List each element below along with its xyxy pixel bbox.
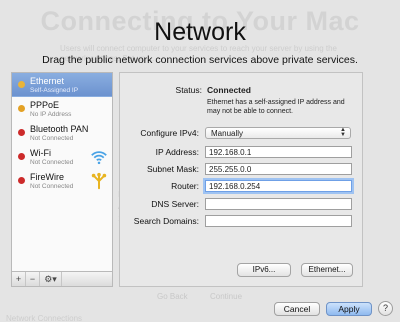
search-domains-label: Search Domains: xyxy=(133,216,199,226)
ethernet-button[interactable]: Ethernet... xyxy=(301,263,353,277)
apply-button[interactable]: Apply xyxy=(326,302,372,316)
service-name: PPPoE xyxy=(30,100,60,110)
service-state: Self-Assigned IP xyxy=(30,87,79,94)
service-state: Not Connected xyxy=(30,135,74,142)
service-list-toolbar: + − ⚙▾ xyxy=(12,271,112,286)
background-text: Network Connections xyxy=(6,314,83,322)
sheet-title: Network xyxy=(154,18,246,46)
dns-server-field[interactable] xyxy=(205,198,352,210)
configure-ipv4-label: Configure IPv4: xyxy=(140,128,199,138)
background-continue-button: Continue xyxy=(210,292,243,301)
ipv6-button[interactable]: IPv6... xyxy=(237,263,291,277)
help-icon[interactable]: ? xyxy=(378,301,393,316)
cancel-button[interactable]: Cancel xyxy=(274,302,320,316)
service-item-pppoe[interactable]: PPPoE No IP Address xyxy=(12,97,112,121)
service-item-wifi[interactable]: Wi-Fi Not Connected xyxy=(12,145,112,169)
ip-address-field[interactable]: 192.168.0.1 xyxy=(205,146,352,158)
gear-menu-icon[interactable]: ⚙▾ xyxy=(40,272,62,286)
subnet-mask-field[interactable]: 255.255.0.0 xyxy=(205,163,352,175)
status-value: Connected xyxy=(207,85,251,95)
service-name: Wi-Fi xyxy=(30,148,51,158)
service-item-firewire[interactable]: FireWire Not Connected xyxy=(12,169,112,193)
background-go-back-button: Go Back xyxy=(157,292,188,301)
service-item-ethernet[interactable]: Ethernet Self-Assigned IP xyxy=(12,73,112,97)
service-list[interactable]: Ethernet Self-Assigned IP PPPoE No IP Ad… xyxy=(11,72,113,287)
service-name: Ethernet xyxy=(30,76,65,86)
dns-server-label: DNS Server: xyxy=(151,199,199,209)
sheet-subtitle: Drag the public network connection servi… xyxy=(42,54,358,66)
service-detail-panel: Status: Connected Ethernet has a self-as… xyxy=(119,72,363,287)
service-state: Not Connected xyxy=(30,159,74,166)
status-dot-icon xyxy=(18,81,25,88)
remove-service-button[interactable]: − xyxy=(26,272,40,286)
service-state: No IP Address xyxy=(30,111,72,118)
service-name: Bluetooth PAN xyxy=(30,124,89,134)
router-label: Router: xyxy=(171,181,199,191)
search-domains-field[interactable] xyxy=(205,215,352,227)
wifi-icon xyxy=(91,151,107,165)
service-name: FireWire xyxy=(30,172,64,182)
status-dot-icon xyxy=(18,105,25,112)
configure-ipv4-select[interactable]: Manually ▲ ▼ xyxy=(205,127,351,139)
status-dot-icon xyxy=(18,153,25,160)
ip-address-label: IP Address: xyxy=(155,147,199,157)
select-arrows-icon: ▲ ▼ xyxy=(340,127,346,138)
router-field[interactable]: 192.168.0.254 xyxy=(205,180,352,192)
service-state: Not Connected xyxy=(30,183,74,190)
subnet-mask-label: Subnet Mask: xyxy=(147,164,199,174)
status-dot-icon xyxy=(18,129,25,136)
add-service-button[interactable]: + xyxy=(12,272,26,286)
status-dot-icon xyxy=(18,177,25,184)
firewire-icon xyxy=(91,172,107,190)
configure-ipv4-value: Manually xyxy=(211,129,244,138)
status-label: Status: xyxy=(175,85,202,95)
status-description: Ethernet has a self-assigned IP address … xyxy=(207,99,345,115)
service-item-bluetooth-pan[interactable]: Bluetooth PAN Not Connected xyxy=(12,121,112,145)
